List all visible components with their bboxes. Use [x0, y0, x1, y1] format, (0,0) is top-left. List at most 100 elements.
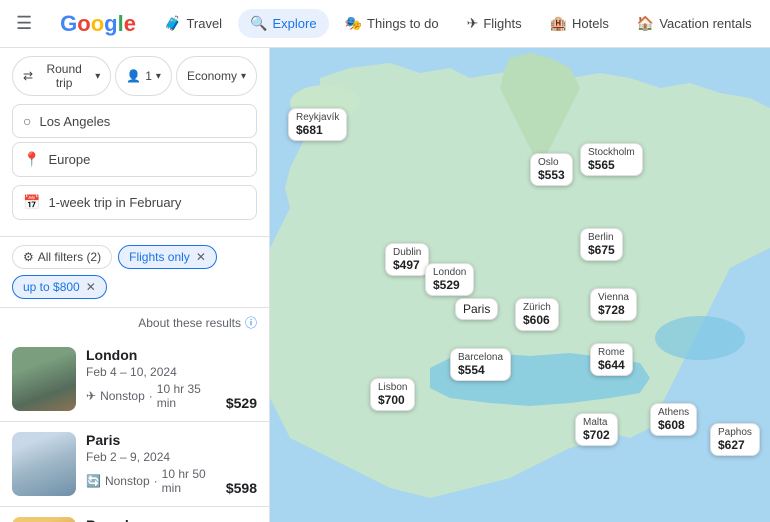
destination-icon: 📍 [23, 151, 40, 168]
explore-icon: 🔍 [250, 15, 267, 32]
flights-only-chip[interactable]: Flights only ✕ [118, 245, 217, 269]
destination-input[interactable]: 📍 Europe [12, 142, 257, 177]
paris-flight-icon: 🔄 [86, 474, 101, 488]
map-label-dublin[interactable]: Dublin$497 [385, 243, 429, 276]
passengers-arrow: ▾ [156, 71, 161, 82]
paris-city: Paris [86, 432, 216, 448]
class-button[interactable]: Economy ▾ [176, 56, 257, 96]
google-logo: Google [60, 11, 136, 37]
about-results-text: About these results [138, 316, 241, 330]
nav-tab-vacation-label: Vacation rentals [659, 16, 751, 31]
barcelona-thumbnail [12, 517, 76, 522]
left-panel: ⇄ Round trip ▾ 👤 1 ▾ Economy ▾ ○ Los Ang [0, 48, 270, 522]
nav-tab-travel-label: Travel [186, 16, 222, 31]
result-card-london[interactable]: London Feb 4 – 10, 2024 ✈ Nonstop · 10 h… [0, 337, 269, 422]
barcelona-info: Barcelona Feb 1 – 8, 2024 🌶 Nonstop · 11… [86, 517, 216, 522]
location-inputs: ○ Los Angeles 📍 Europe [12, 104, 257, 177]
paris-thumbnail [12, 432, 76, 496]
class-arrow: ▾ [241, 71, 246, 82]
passengers-label: 1 [145, 69, 152, 83]
flights-only-label: Flights only [129, 250, 190, 264]
main-layout: ⇄ Round trip ▾ 👤 1 ▾ Economy ▾ ○ Los Ang [0, 48, 770, 522]
map-labels-container: Reykjavík$681 Oslo$553Stockholm$565 Dublin… [270, 48, 770, 522]
map-label-paphos[interactable]: Paphos$627 [710, 423, 760, 456]
origin-icon: ○ [23, 113, 31, 129]
class-label: Economy [187, 69, 237, 83]
budget-chip[interactable]: up to $800 ✕ [12, 275, 107, 299]
london-flight: ✈ Nonstop · 10 hr 35 min [86, 382, 216, 410]
london-nonstop: Nonstop [100, 389, 145, 403]
passengers-button[interactable]: 👤 1 ▾ [115, 56, 172, 96]
paris-duration: 10 hr 50 min [162, 467, 216, 495]
date-input[interactable]: 📅 1-week trip in February [12, 185, 257, 220]
paris-dates: Feb 2 – 9, 2024 [86, 450, 216, 464]
round-trip-label: Round trip [37, 62, 91, 90]
map-label-paris[interactable]: Paris [455, 298, 498, 320]
budget-close[interactable]: ✕ [86, 280, 96, 294]
flights-icon: ✈ [467, 15, 479, 32]
nav-tab-vacation-rentals[interactable]: 🏠 Vacation rentals [625, 9, 764, 38]
nav-tab-things-to-do[interactable]: 🎭 Things to do [333, 9, 451, 38]
origin-input[interactable]: ○ Los Angeles [12, 104, 257, 138]
paris-nonstop: Nonstop [105, 474, 150, 488]
map-label-lisbon[interactable]: Lisbon$700 [370, 378, 415, 411]
map-label-reykjavik[interactable]: Reykjavík$681 [288, 108, 347, 141]
trip-controls-area: ⇄ Round trip ▾ 👤 1 ▾ Economy ▾ ○ Los Ang [0, 48, 269, 237]
map-label-malta[interactable]: Malta$702 [575, 413, 618, 446]
nav-tab-things-label: Things to do [367, 16, 439, 31]
london-info: London Feb 4 – 10, 2024 ✈ Nonstop · 10 h… [86, 347, 216, 411]
london-flight-icon: ✈ [86, 389, 96, 403]
trip-type-row: ⇄ Round trip ▾ 👤 1 ▾ Economy ▾ [12, 56, 257, 96]
round-trip-icon: ⇄ [23, 69, 33, 83]
london-thumbnail [12, 347, 76, 411]
map-label-athens[interactable]: Athens$608 [650, 403, 697, 436]
hamburger-icon[interactable]: ☰ [12, 9, 36, 38]
map-label-oslo[interactable]: Oslo$553 [530, 153, 573, 186]
result-card-barcelona[interactable]: Barcelona Feb 1 – 8, 2024 🌶 Nonstop · 11… [0, 507, 269, 522]
map-label-barcelona[interactable]: Barcelona$554 [450, 348, 511, 381]
paris-flight: 🔄 Nonstop · 10 hr 50 min [86, 467, 216, 495]
map-label-rome[interactable]: Rome$644 [590, 343, 633, 376]
hotels-icon: 🏨 [550, 15, 567, 32]
results-list: London Feb 4 – 10, 2024 ✈ Nonstop · 10 h… [0, 337, 269, 522]
london-duration: 10 hr 35 min [157, 382, 216, 410]
all-filters-label: All filters (2) [38, 250, 101, 264]
filters-row: ⚙ All filters (2) Flights only ✕ up to $… [0, 237, 269, 308]
paris-price: $598 [226, 480, 257, 496]
result-card-paris[interactable]: Paris Feb 2 – 9, 2024 🔄 Nonstop · 10 hr … [0, 422, 269, 507]
nav-tab-hotels[interactable]: 🏨 Hotels [538, 9, 621, 38]
london-dates: Feb 4 – 10, 2024 [86, 365, 216, 379]
destination-value: Europe [48, 152, 90, 167]
suitcase-icon: 🧳 [164, 15, 181, 32]
london-city: London [86, 347, 216, 363]
map-label-stockholm[interactable]: Stockholm$565 [580, 143, 643, 176]
calendar-icon: 📅 [23, 194, 40, 211]
paris-info: Paris Feb 2 – 9, 2024 🔄 Nonstop · 10 hr … [86, 432, 216, 496]
about-results: About these results ⓘ [0, 308, 269, 337]
map-label-berlin[interactable]: Berlin$675 [580, 228, 623, 261]
things-icon: 🎭 [345, 15, 362, 32]
vacation-icon: 🏠 [637, 15, 654, 32]
round-trip-button[interactable]: ⇄ Round trip ▾ [12, 56, 111, 96]
info-icon[interactable]: ⓘ [245, 314, 257, 331]
map-area[interactable]: Reykjavík$681 Oslo$553Stockholm$565 Dublin… [270, 48, 770, 522]
date-value: 1-week trip in February [48, 195, 181, 210]
london-price: $529 [226, 395, 257, 411]
filters-icon: ⚙ [23, 250, 34, 264]
nav-tab-flights-label: Flights [483, 16, 521, 31]
nav-tab-flights[interactable]: ✈ Flights [455, 9, 534, 38]
barcelona-city: Barcelona [86, 517, 216, 522]
map-label-london[interactable]: London$529 [425, 263, 474, 296]
flights-only-close[interactable]: ✕ [196, 250, 206, 264]
nav-tab-travel[interactable]: 🧳 Travel [152, 9, 234, 38]
passengers-icon: 👤 [126, 69, 141, 83]
round-trip-arrow: ▾ [95, 71, 100, 82]
nav-tab-hotels-label: Hotels [572, 16, 609, 31]
map-label-vienna[interactable]: Vienna$728 [590, 288, 637, 321]
all-filters-chip[interactable]: ⚙ All filters (2) [12, 245, 112, 269]
budget-label: up to $800 [23, 280, 80, 294]
nav-tab-explore-label: Explore [273, 16, 317, 31]
origin-value: Los Angeles [39, 114, 110, 129]
nav-tab-explore[interactable]: 🔍 Explore [238, 9, 329, 38]
map-label-zurich[interactable]: Zürich$606 [515, 298, 559, 331]
